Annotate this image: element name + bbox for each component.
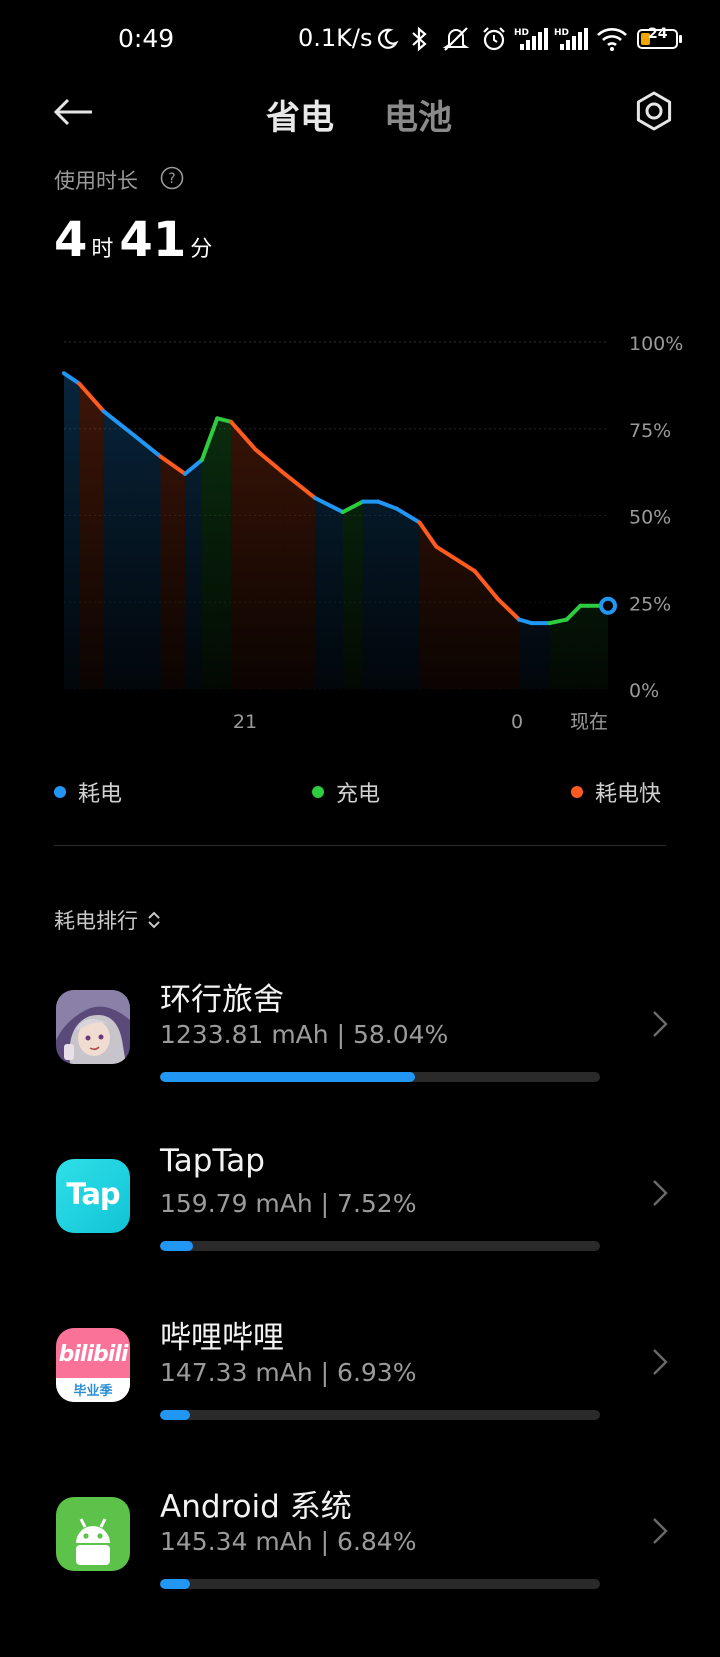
settings-button[interactable] bbox=[626, 83, 682, 139]
bilibili-banner-text: 毕业季 bbox=[73, 1384, 113, 1399]
app-usage-bar bbox=[160, 1410, 600, 1420]
chart-x-tick-label: 现在 bbox=[570, 711, 608, 733]
app-usage-stat: 1233.81 mAh | 58.04% bbox=[160, 1020, 449, 1049]
chart-y-tick-label: 25% bbox=[629, 593, 671, 615]
legend-dot bbox=[571, 786, 583, 798]
app-usage-bar bbox=[160, 1579, 600, 1589]
legend-item-charging: 充电 bbox=[312, 776, 380, 808]
taptap-app-icon: Tap bbox=[56, 1159, 130, 1233]
battery-icon: 24 bbox=[636, 22, 684, 56]
usage-duration-label: 使用时长 bbox=[54, 169, 138, 193]
legend-label: 耗电快 bbox=[595, 782, 662, 807]
status-network-speed: 0.1K/s bbox=[298, 24, 373, 52]
alarm-icon bbox=[480, 22, 508, 56]
legend-item-drain: 耗电 bbox=[54, 776, 122, 808]
battery-level-text: 24 bbox=[648, 26, 668, 42]
tab-power-saving[interactable]: 省电 bbox=[266, 90, 334, 139]
svg-text:HD: HD bbox=[514, 28, 529, 38]
chart-y-tick-label: 50% bbox=[629, 507, 671, 529]
app-usage-bar-fill bbox=[160, 1241, 194, 1251]
app-row-bilibili[interactable]: bilibili 毕业季 哔哩哔哩 147.33 mAh | 6.93% bbox=[0, 1320, 720, 1488]
status-bar: 0:49 0.1K/s HD HD 24 bbox=[0, 0, 720, 80]
chevron-right-icon bbox=[653, 1011, 668, 1037]
app-row-taptap[interactable]: Tap TapTap 159.79 mAh | 7.52% bbox=[0, 1143, 720, 1319]
app-usage-bar-fill bbox=[160, 1410, 191, 1420]
chevron-right-icon bbox=[653, 1518, 668, 1544]
chevron-right-icon bbox=[653, 1180, 668, 1206]
taptap-logo-text: Tap bbox=[66, 1177, 120, 1211]
chart-x-tick-label: 0 bbox=[511, 711, 523, 733]
usage-duration-value: 4 时 41 分 bbox=[54, 212, 218, 268]
legend-label: 充电 bbox=[336, 782, 381, 807]
moon-icon bbox=[374, 22, 400, 56]
divider bbox=[54, 845, 666, 846]
chart-y-tick-label: 75% bbox=[629, 420, 671, 442]
app-row-huanxinglvshe[interactable]: 环行旅舍 1233.81 mAh | 58.04% bbox=[0, 982, 720, 1150]
wifi-icon bbox=[594, 22, 630, 56]
app-usage-bar bbox=[160, 1241, 600, 1251]
app-usage-stat: 159.79 mAh | 7.52% bbox=[160, 1189, 417, 1218]
bluetooth-icon bbox=[406, 22, 432, 56]
app-row-android-system[interactable]: Android 系统 145.34 mAh | 6.84% bbox=[0, 1489, 720, 1657]
chart-y-tick-label: 100% bbox=[629, 333, 683, 355]
svg-text:HD: HD bbox=[554, 28, 569, 38]
arrow-left-icon bbox=[53, 98, 92, 126]
hd-signal-icon: HD bbox=[514, 22, 550, 56]
app-name: 哔哩哔哩 bbox=[160, 1320, 284, 1356]
gear-icon bbox=[636, 91, 672, 131]
ranking-title: 耗电排行 bbox=[54, 909, 138, 933]
ranking-sort-toggle[interactable]: 耗电排行 bbox=[54, 905, 164, 935]
bilibili-logo-text: bilibili bbox=[58, 1342, 129, 1367]
legend-item-fast-drain: 耗电快 bbox=[571, 776, 661, 808]
usage-minutes: 41 bbox=[119, 212, 187, 268]
usage-minutes-unit: 分 bbox=[190, 237, 213, 262]
app-name: 环行旅舍 bbox=[160, 982, 284, 1018]
bilibili-banner: 毕业季 bbox=[56, 1378, 130, 1402]
app-usage-stat: 145.34 mAh | 6.84% bbox=[160, 1527, 417, 1556]
chevron-right-icon bbox=[653, 1349, 668, 1375]
app-usage-bar-fill bbox=[160, 1072, 416, 1082]
mute-icon bbox=[440, 22, 472, 56]
svg-text:?: ? bbox=[168, 171, 175, 187]
app-name: Android 系统 bbox=[160, 1489, 352, 1525]
hd-signal-icon: HD bbox=[554, 22, 590, 56]
usage-hours-unit: 时 bbox=[91, 237, 114, 262]
help-icon[interactable]: ? bbox=[160, 166, 184, 190]
legend-dot bbox=[54, 786, 66, 798]
app-usage-bar bbox=[160, 1072, 600, 1082]
legend-label: 耗电 bbox=[78, 782, 123, 807]
chart-y-tick-label: 0% bbox=[629, 680, 659, 702]
sort-arrows-icon bbox=[148, 911, 160, 929]
back-button[interactable] bbox=[44, 82, 104, 142]
app-usage-stat: 147.33 mAh | 6.93% bbox=[160, 1358, 417, 1387]
bilibili-app-icon: bilibili 毕业季 bbox=[56, 1328, 130, 1402]
anime-character-app-icon bbox=[56, 990, 130, 1064]
tab-battery[interactable]: 电池 bbox=[384, 90, 452, 139]
app-name: TapTap bbox=[160, 1143, 265, 1179]
chart-current-point bbox=[599, 596, 617, 615]
legend-dot bbox=[312, 786, 324, 798]
usage-hours: 4 bbox=[54, 212, 88, 268]
battery-level-chart: 100% 75% 50% 25% 0% 21 0 现在 bbox=[62, 320, 683, 733]
chart-x-tick-label: 21 bbox=[233, 711, 257, 733]
status-time: 0:49 bbox=[118, 24, 175, 53]
app-usage-bar-fill bbox=[160, 1579, 191, 1589]
